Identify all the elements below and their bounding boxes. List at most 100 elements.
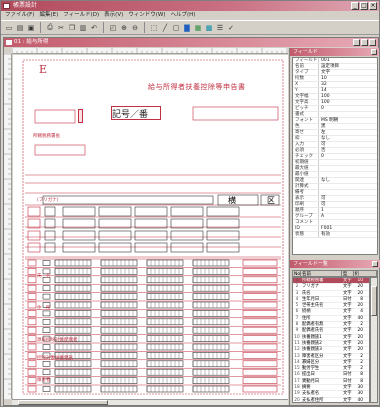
text-icon[interactable]: ▇: [182, 23, 192, 33]
digit-field[interactable]: [192, 301, 230, 309]
list-icon[interactable]: ☰: [215, 23, 225, 33]
digit-field[interactable]: [54, 343, 92, 351]
print-icon[interactable]: ⎙: [45, 23, 55, 33]
digit-field[interactable]: [100, 259, 138, 267]
dependent-field[interactable]: [170, 230, 204, 241]
dependent-field[interactable]: [170, 218, 204, 229]
grid-right-field[interactable]: [242, 335, 278, 342]
menu-window[interactable]: ウィンドウ(W): [128, 11, 165, 20]
col-width[interactable]: 桁: [354, 271, 377, 277]
dependent-field[interactable]: [98, 206, 132, 217]
property-value[interactable]: [319, 112, 377, 117]
minimize-button[interactable]: _: [351, 2, 359, 10]
zoom-in-icon[interactable]: ⊕: [119, 23, 129, 33]
dependent-field[interactable]: [134, 218, 168, 229]
grid-row-label[interactable]: [27, 377, 37, 384]
digit-field[interactable]: [54, 284, 92, 292]
digit-field[interactable]: [192, 335, 230, 342]
grid-right-field[interactable]: [242, 343, 278, 351]
dependent-field[interactable]: [134, 242, 168, 253]
digit-field[interactable]: [54, 385, 92, 393]
dependent-field[interactable]: [62, 230, 96, 241]
list-item[interactable]: 20 支払者住所 文字 40: [293, 398, 369, 402]
digit-field[interactable]: [192, 385, 230, 393]
digit-field[interactable]: [100, 360, 138, 368]
maximize-button[interactable]: □: [360, 2, 368, 10]
cut-icon[interactable]: ✂: [56, 23, 66, 33]
grid-check[interactable]: [42, 386, 51, 392]
digit-field[interactable]: [54, 310, 92, 317]
digit-field[interactable]: [100, 343, 138, 351]
property-value[interactable]: 左: [319, 130, 377, 135]
date-box[interactable]: [34, 144, 86, 156]
field-list-close-button[interactable]: [372, 261, 378, 267]
check-box[interactable]: [44, 206, 56, 217]
menu-view[interactable]: 表示(V): [104, 11, 123, 20]
property-value[interactable]: [319, 160, 377, 165]
digit-field[interactable]: [192, 318, 230, 326]
grid-right-field[interactable]: [242, 259, 278, 267]
digit-field[interactable]: [100, 377, 138, 384]
digit-field[interactable]: [100, 352, 138, 359]
property-value[interactable]: 0: [319, 154, 377, 159]
digit-field[interactable]: [54, 301, 92, 309]
digit-field[interactable]: [54, 293, 92, 300]
digit-field[interactable]: [146, 293, 184, 300]
menu-file[interactable]: ファイル(F): [5, 11, 34, 20]
grid-row-label[interactable]: [27, 259, 37, 267]
digit-field[interactable]: [100, 276, 138, 284]
digit-field[interactable]: [54, 326, 92, 334]
digit-field[interactable]: [146, 310, 184, 317]
property-value[interactable]: 黒: [319, 124, 377, 129]
dependent-field[interactable]: [206, 218, 240, 229]
dependent-field[interactable]: [62, 242, 96, 253]
title-bar[interactable]: 帳票設計 _ □ ×: [1, 1, 379, 11]
grid-row-label[interactable]: [27, 385, 37, 393]
property-value[interactable]: [319, 166, 377, 171]
digit-field[interactable]: [146, 368, 184, 376]
property-value[interactable]: MS 明朝: [319, 118, 377, 123]
digit-field[interactable]: [146, 276, 184, 284]
field-icon[interactable]: ⬚: [149, 23, 159, 33]
office-box[interactable]: [34, 109, 76, 124]
digit-field[interactable]: [146, 343, 184, 351]
digit-field[interactable]: [100, 268, 138, 275]
grid-icon[interactable]: ▦: [193, 23, 203, 33]
digit-field[interactable]: [146, 385, 184, 393]
digit-field[interactable]: [192, 368, 230, 376]
digit-field[interactable]: [100, 335, 138, 342]
close-button[interactable]: ×: [369, 2, 377, 10]
dependent-field[interactable]: [206, 206, 240, 217]
box-icon[interactable]: ▢: [171, 23, 181, 33]
digit-field[interactable]: [192, 276, 230, 284]
property-value[interactable]: 001: [319, 58, 377, 63]
dependent-field[interactable]: [62, 206, 96, 217]
digit-field[interactable]: [192, 310, 230, 317]
digit-field[interactable]: [146, 335, 184, 342]
property-value[interactable]: 文字: [319, 70, 377, 75]
grid-row-label[interactable]: [27, 368, 37, 376]
dependent-field[interactable]: [170, 206, 204, 217]
col-no[interactable]: No: [293, 271, 301, 277]
property-value[interactable]: 否: [319, 148, 377, 153]
property-value[interactable]: なし: [319, 178, 377, 183]
property-value[interactable]: 可: [319, 202, 377, 207]
grid-right-field[interactable]: [242, 318, 278, 326]
digit-field[interactable]: [146, 284, 184, 292]
property-value[interactable]: 32: [319, 82, 377, 87]
digit-field[interactable]: [146, 360, 184, 368]
grid-check[interactable]: [42, 293, 51, 300]
field-list-body[interactable]: 1 所轄税務署 文字 10 2 フリガナ 文字 20 3 氏名 文字 20 4 生年月日 日付 8 5 世帯主氏名…: [292, 277, 370, 403]
digit-field[interactable]: [192, 293, 230, 300]
grid-right-field[interactable]: [242, 293, 278, 300]
header-right-box[interactable]: [192, 106, 279, 121]
digit-field[interactable]: [100, 310, 138, 317]
dependent-field[interactable]: [134, 230, 168, 241]
grid-row-label[interactable]: [27, 310, 37, 317]
property-value[interactable]: 0: [319, 106, 377, 111]
digit-field[interactable]: [146, 352, 184, 359]
property-value[interactable]: [319, 190, 377, 195]
zoom-out-icon[interactable]: ⊖: [130, 23, 140, 33]
line-icon[interactable]: ╱: [160, 23, 170, 33]
paste-icon[interactable]: ▥: [78, 23, 88, 33]
